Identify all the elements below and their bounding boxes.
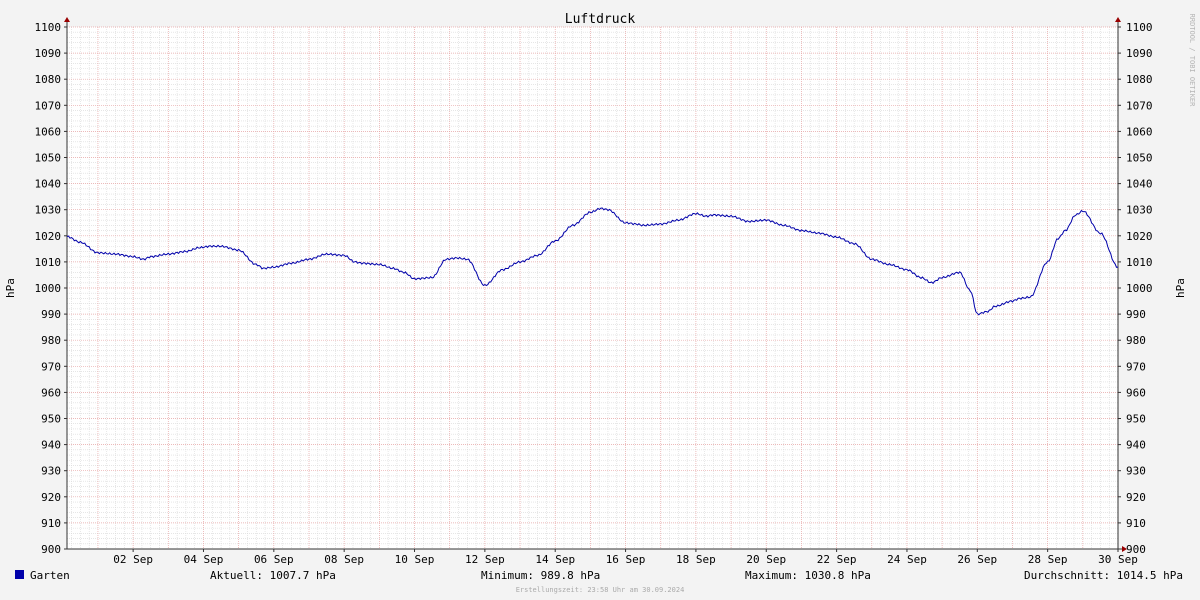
x-tick-label: 28 Sep — [1028, 553, 1068, 566]
y-tick-label: 1040 — [35, 178, 62, 191]
x-tick-label: 08 Sep — [324, 553, 364, 566]
y-tick-label-right: 1000 — [1126, 282, 1153, 295]
x-tick-label: 22 Sep — [817, 553, 857, 566]
y-tick-label-right: 930 — [1126, 465, 1146, 478]
y-tick-label: 990 — [41, 308, 61, 321]
y-tick-label: 1090 — [35, 47, 62, 60]
y-tick-label: 1060 — [35, 125, 62, 138]
x-tick-label: 16 Sep — [606, 553, 646, 566]
y-tick-label-right: 980 — [1126, 334, 1146, 347]
legend-maximum: Maximum: 1030.8 hPa — [745, 569, 871, 582]
x-tick-label: 18 Sep — [676, 553, 716, 566]
x-tick-label: 04 Sep — [184, 553, 224, 566]
y-tick-label-right: 1060 — [1126, 125, 1153, 138]
legend-minimum: Minimum: 989.8 hPa — [481, 569, 600, 582]
chart-title: Luftdruck — [565, 12, 636, 27]
y-tick-label-right: 940 — [1126, 439, 1146, 452]
watermark: RRDTOOL / TOBI OETIKER — [1188, 14, 1196, 108]
y-tick-label: 970 — [41, 360, 61, 373]
y-tick-label-right: 960 — [1126, 386, 1146, 399]
y-tick-label-right: 990 — [1126, 308, 1146, 321]
x-tick-label: 12 Sep — [465, 553, 505, 566]
y-tick-label: 950 — [41, 413, 61, 426]
y-tick-label: 940 — [41, 439, 61, 452]
y-tick-label: 980 — [41, 334, 61, 347]
y-tick-label-right: 910 — [1126, 517, 1146, 530]
legend-swatch-garten — [15, 570, 24, 579]
y-axis-label-right: hPa — [1174, 278, 1187, 298]
y-tick-label-right: 1080 — [1126, 73, 1153, 86]
x-tick-label: 06 Sep — [254, 553, 294, 566]
legend-current: Aktuell: 1007.7 hPa — [210, 569, 336, 582]
legend-average: Durchschnitt: 1014.5 hPa — [1024, 569, 1183, 582]
y-tick-label-right: 1020 — [1126, 230, 1153, 243]
y-tick-label: 910 — [41, 517, 61, 530]
y-tick-label-right: 1100 — [1126, 21, 1153, 34]
y-tick-label: 930 — [41, 465, 61, 478]
y-tick-label-right: 1070 — [1126, 99, 1153, 112]
x-tick-label: 24 Sep — [887, 553, 927, 566]
y-tick-label: 900 — [41, 543, 61, 556]
y-axis-label-left: hPa — [4, 278, 17, 298]
y-tick-label: 1100 — [35, 21, 62, 34]
y-tick-label: 920 — [41, 491, 61, 504]
x-tick-label: 30 Sep — [1098, 553, 1138, 566]
y-tick-label-right: 1090 — [1126, 47, 1153, 60]
y-tick-label: 1010 — [35, 256, 62, 269]
y-tick-label: 1050 — [35, 152, 62, 165]
y-tick-label: 1000 — [35, 282, 62, 295]
x-tick-label: 14 Sep — [535, 553, 575, 566]
chart-svg: 900 900910 910920 920930 930940 940950 950960 9… — [0, 0, 1200, 600]
chart-root: 900 900 910 910 920 920 930 930 940 940 950 950 960 9… — [0, 0, 1200, 600]
x-tick-label: 10 Sep — [395, 553, 435, 566]
y-tick-label-right: 970 — [1126, 360, 1146, 373]
y-tick-label-right: 1010 — [1126, 256, 1153, 269]
y-tick-label-right: 1030 — [1126, 204, 1153, 217]
x-tick-label: 26 Sep — [957, 553, 997, 566]
x-tick-label: 02 Sep — [113, 553, 153, 566]
y-tick-label: 1020 — [35, 230, 62, 243]
y-tick-label-right: 950 — [1126, 413, 1146, 426]
y-tick-label-right: 920 — [1126, 491, 1146, 504]
y-tick-label: 1070 — [35, 99, 62, 112]
y-tick-label: 1080 — [35, 73, 62, 86]
y-tick-label: 960 — [41, 386, 61, 399]
y-tick-label-right: 1040 — [1126, 178, 1153, 191]
y-tick-label: 1030 — [35, 204, 62, 217]
y-tick-label-right: 1050 — [1126, 152, 1153, 165]
legend-series-name: Garten — [30, 569, 70, 582]
plot-area — [67, 27, 1118, 549]
x-tick-label: 20 Sep — [746, 553, 786, 566]
footer-creation-time: Erstellungszeit: 23:58 Uhr am 30.09.2024 — [516, 586, 685, 594]
